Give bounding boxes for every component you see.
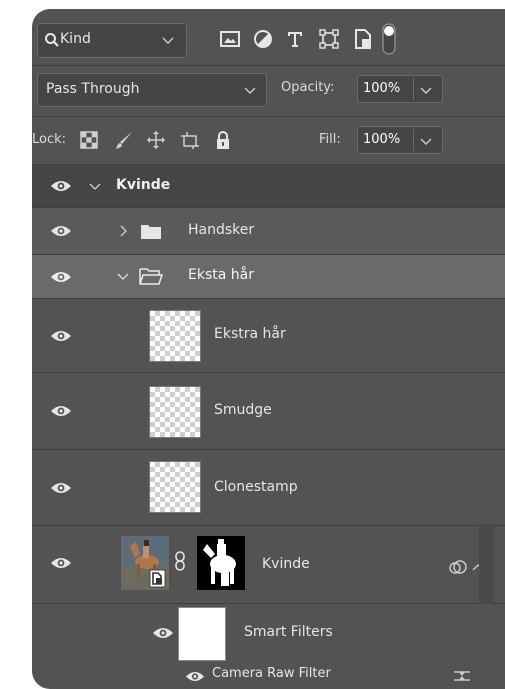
fill-label: Fill: xyxy=(319,132,341,147)
layer-thumbnail[interactable] xyxy=(149,461,201,513)
camera-raw-filter-row[interactable]: Camera Raw Filter xyxy=(32,663,505,689)
visibility-eye-icon[interactable] xyxy=(50,481,72,495)
blend-mode-value: Pass Through xyxy=(46,81,140,97)
opacity-value: 100% xyxy=(363,81,401,96)
smart-filter-mask-thumbnail[interactable] xyxy=(178,607,226,661)
visibility-eye-icon[interactable] xyxy=(152,626,174,640)
smart-object-thumbnail[interactable] xyxy=(121,536,169,590)
search-icon xyxy=(45,33,59,47)
layer-name: Kvinde xyxy=(262,556,310,572)
chevron-down-icon[interactable] xyxy=(420,136,432,146)
layer-name: Eksta hår xyxy=(188,267,254,283)
folder-icon xyxy=(141,225,161,239)
filter-name: Camera Raw Filter xyxy=(212,666,331,681)
filter-toggle-switch[interactable] xyxy=(382,23,396,55)
adjustment-filter-icon[interactable] xyxy=(251,27,275,51)
smart-object-filter-icon[interactable] xyxy=(351,27,375,51)
smart-filters-row[interactable]: Smart Filters xyxy=(32,604,505,661)
layer-thumbnail[interactable] xyxy=(149,386,201,438)
chevron-down-icon[interactable] xyxy=(89,181,101,191)
blend-mode-select[interactable]: Pass Through xyxy=(37,73,267,107)
layer-name: Kvinde xyxy=(116,177,171,193)
image-filter-icon[interactable] xyxy=(218,27,242,51)
layer-name: Clonestamp xyxy=(214,479,298,495)
visibility-eye-icon[interactable] xyxy=(50,556,72,570)
chevron-right-icon[interactable] xyxy=(118,225,128,237)
chevron-down-icon[interactable] xyxy=(117,271,129,281)
lock-position-icon[interactable] xyxy=(146,130,166,150)
visibility-eye-icon[interactable] xyxy=(50,224,72,238)
lock-artboard-icon[interactable] xyxy=(180,130,200,150)
shape-filter-icon[interactable] xyxy=(317,27,341,51)
layer-row-ekstra-har[interactable]: Ekstra hår xyxy=(32,299,505,372)
fill-field[interactable]: 100% xyxy=(357,126,443,154)
lock-transparent-pixels-icon[interactable] xyxy=(79,130,99,150)
smart-filter-effects-icon[interactable] xyxy=(448,559,470,575)
type-filter-icon[interactable] xyxy=(283,27,307,51)
open-folder-icon xyxy=(139,268,163,285)
visibility-eye-icon[interactable] xyxy=(50,179,72,193)
chevron-down-icon xyxy=(244,87,256,94)
layer-row-smudge[interactable]: Smudge xyxy=(32,373,505,449)
opacity-field[interactable]: 100% xyxy=(357,75,443,103)
layer-row-clonestamp[interactable]: Clonestamp xyxy=(32,450,505,525)
layer-row-kvinde-smart-object[interactable]: Kvinde xyxy=(32,526,505,603)
visibility-eye-icon[interactable] xyxy=(50,329,72,343)
visibility-eye-icon[interactable] xyxy=(185,670,205,683)
filter-kind-label: Kind xyxy=(60,31,91,47)
layer-mask-thumbnail[interactable] xyxy=(197,536,245,590)
scrollbar-thumb[interactable] xyxy=(479,524,493,604)
lock-image-pixels-icon[interactable] xyxy=(114,130,134,150)
smart-filters-label: Smart Filters xyxy=(244,624,333,640)
layer-row-handsker[interactable]: Handsker xyxy=(32,208,505,254)
layers-panel: Kind Pass Through Opacity: 100% Lock: Fi… xyxy=(32,9,505,689)
visibility-eye-icon[interactable] xyxy=(50,404,72,418)
lock-all-icon[interactable] xyxy=(213,130,233,150)
visibility-eye-icon[interactable] xyxy=(50,270,72,284)
chevron-down-icon[interactable] xyxy=(420,85,432,95)
filter-blending-options-icon[interactable] xyxy=(452,668,472,684)
layer-name: Ekstra hår xyxy=(214,326,286,342)
filter-kind-select[interactable]: Kind xyxy=(37,23,187,58)
lock-label: Lock: xyxy=(32,132,67,147)
layer-name: Smudge xyxy=(214,402,272,418)
link-chain-icon[interactable] xyxy=(174,550,186,572)
layer-row-kvinde-group[interactable]: Kvinde xyxy=(32,165,505,207)
chevron-down-icon xyxy=(162,37,174,44)
layer-name: Handsker xyxy=(188,222,255,238)
layer-row-eksta-har[interactable]: Eksta hår xyxy=(32,255,505,298)
fill-value: 100% xyxy=(363,132,401,147)
opacity-label: Opacity: xyxy=(281,80,335,95)
layer-thumbnail[interactable] xyxy=(149,310,201,362)
